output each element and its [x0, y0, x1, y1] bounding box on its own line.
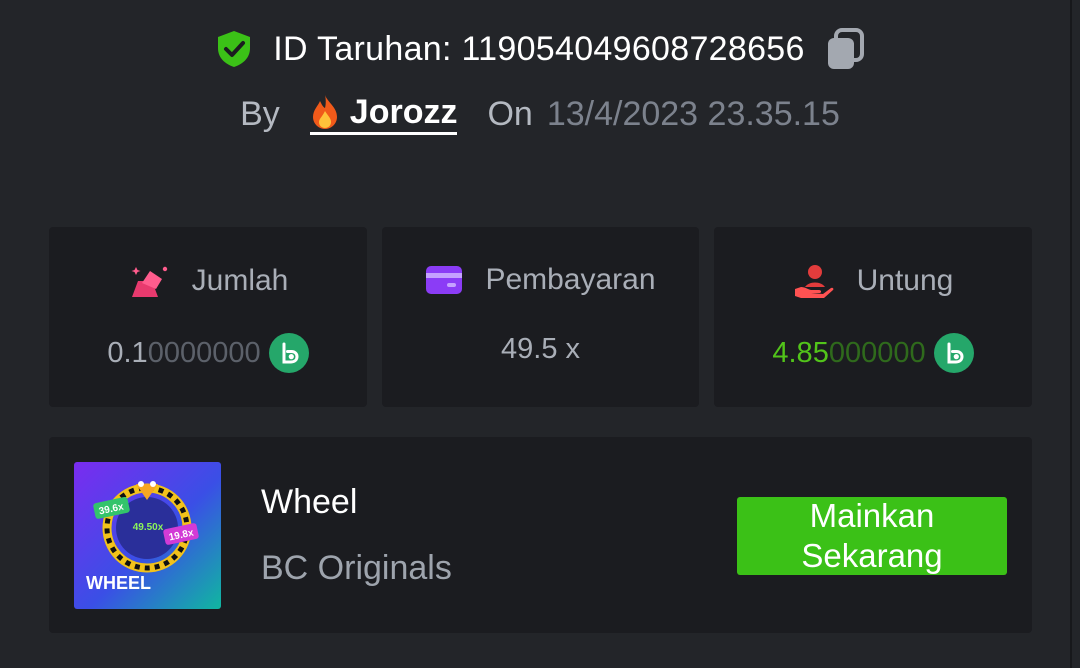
profit-label: Untung: [856, 264, 954, 297]
bc-coin-icon: [933, 333, 974, 373]
play-now-label: Mainkan Sekarang: [801, 497, 943, 574]
card-icon: [426, 266, 463, 294]
by-label: By: [240, 94, 280, 133]
amount-label: Jumlah: [191, 264, 289, 297]
amount-value-main: 0.1: [107, 336, 148, 369]
amount-value-dim: 0000000: [147, 336, 261, 369]
bet-id: ID Taruhan: 119054049608728656: [273, 29, 805, 68]
game-provider: BC Originals: [261, 549, 452, 587]
profit-value: 4.85000000: [714, 333, 1032, 373]
game-name: Wheel: [261, 483, 358, 521]
shield-check-icon: [218, 31, 251, 67]
play-now-button[interactable]: Mainkan Sekarang: [737, 497, 1007, 575]
payout-value: 49.5 x: [501, 333, 580, 365]
bc-coin-icon: [268, 333, 309, 373]
bet-meta-row: By Jorozz On 13/4/2023 23.35.15: [0, 90, 1080, 138]
payout-card: Pembayaran 49.5 x: [382, 227, 699, 407]
profit-value-dim: 000000: [828, 336, 926, 369]
payout-value-row: 49.5 x: [382, 333, 699, 366]
user-name: Jorozz: [349, 92, 458, 131]
user-link[interactable]: Jorozz: [309, 92, 458, 135]
amount-card: Jumlah 0.10000000: [49, 227, 367, 407]
fire-icon: [312, 94, 337, 129]
bet-date: 13/4/2023 23.35.15: [546, 94, 840, 133]
amount-value: 0.10000000: [49, 333, 367, 373]
payout-label: Pembayaran: [485, 263, 656, 296]
thumb-label-2: 49.50x: [133, 522, 164, 533]
game-thumbnail[interactable]: 39.6x 49.50x 19.8x WHEEL: [74, 462, 221, 609]
bet-amount-icon: [131, 266, 167, 297]
game-card: 39.6x 49.50x 19.8x WHEEL Wheel BC Origin…: [49, 437, 1032, 633]
profit-value-main: 4.85: [772, 336, 829, 369]
profit-card: Untung 4.85000000: [714, 227, 1032, 407]
on-label: On: [487, 94, 533, 133]
bet-id-row: ID Taruhan: 119054049608728656: [0, 24, 1080, 74]
hand-profit-icon: [794, 265, 834, 298]
thumb-title: WHEEL: [86, 573, 151, 593]
copy-icon[interactable]: [825, 27, 865, 71]
